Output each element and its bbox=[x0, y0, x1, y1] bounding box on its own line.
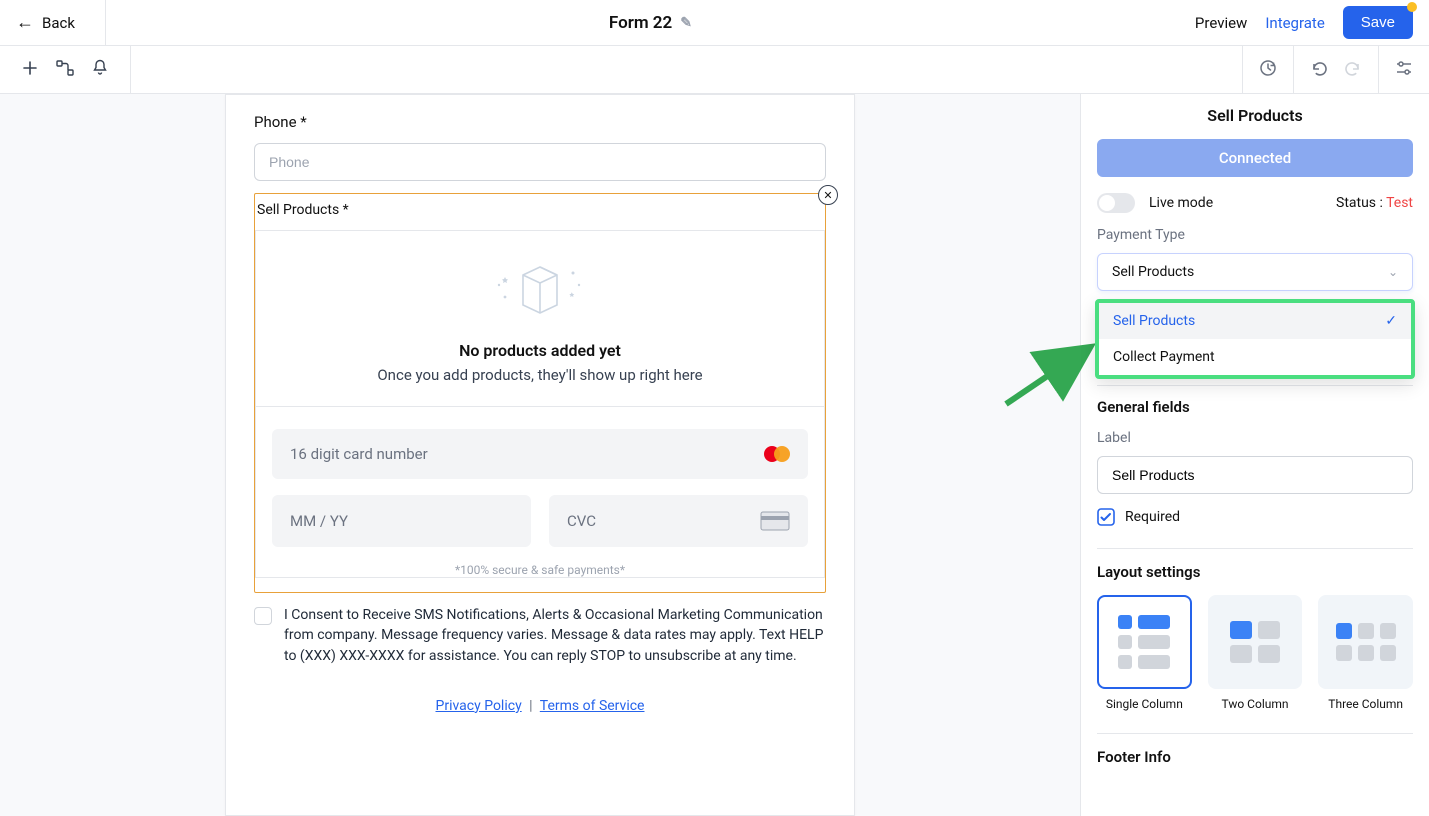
chevron-down-icon: ⌄ bbox=[1388, 265, 1398, 279]
check-icon: ✓ bbox=[1385, 313, 1397, 329]
right-tools bbox=[1242, 46, 1429, 94]
topbar: ← Back Form 22 ✎ Preview Integrate Save bbox=[0, 0, 1429, 46]
main: Phone * ✕ Sell Products * bbox=[0, 94, 1429, 816]
status-label: Status : Test bbox=[1336, 195, 1413, 211]
layout-settings-heading: Layout settings bbox=[1097, 548, 1413, 581]
card-cvc-input[interactable]: CVC bbox=[549, 495, 808, 547]
phone-label: Phone * bbox=[254, 113, 826, 131]
card-inputs: 16 digit card number MM / YY CVC bbox=[256, 407, 824, 577]
consent-text: I Consent to Receive SMS Notifications, … bbox=[284, 605, 826, 666]
layout-two-column[interactable]: Two Column bbox=[1208, 595, 1303, 711]
mastercard-icon bbox=[764, 446, 790, 462]
panel-title: Sell Products bbox=[1097, 106, 1413, 125]
plus-icon[interactable] bbox=[22, 60, 38, 80]
option-sell-products[interactable]: Sell Products ✓ bbox=[1099, 303, 1411, 339]
save-button[interactable]: Save bbox=[1343, 6, 1413, 39]
form-title-text: Form 22 bbox=[609, 13, 672, 33]
privacy-link[interactable]: Privacy Policy bbox=[436, 698, 522, 714]
terms-link[interactable]: Terms of Service bbox=[540, 698, 645, 714]
phone-input[interactable] bbox=[254, 143, 826, 181]
secure-note: *100% secure & safe payments* bbox=[272, 563, 808, 577]
card-icon bbox=[760, 511, 790, 531]
consent-checkbox[interactable] bbox=[254, 607, 272, 625]
label-field-label: Label bbox=[1097, 430, 1413, 446]
option-collect-payment[interactable]: Collect Payment bbox=[1099, 339, 1411, 375]
card-expiry-input[interactable]: MM / YY bbox=[272, 495, 531, 547]
empty-subtitle: Once you add products, they'll show up r… bbox=[276, 366, 804, 384]
payment-type-label: Payment Type bbox=[1097, 227, 1413, 243]
payment-type-select-wrap: Sell Products ⌄ Sell Products ✓ Collect … bbox=[1097, 253, 1413, 291]
preview-link[interactable]: Preview bbox=[1195, 14, 1247, 32]
card-number-placeholder: 16 digit card number bbox=[290, 445, 428, 463]
payment-type-dropdown: Sell Products ✓ Collect Payment bbox=[1095, 299, 1415, 379]
live-mode-toggle[interactable] bbox=[1097, 193, 1135, 213]
form-card: Phone * ✕ Sell Products * bbox=[225, 94, 855, 816]
layout-grid: Single Column Two Column bbox=[1097, 595, 1413, 711]
canvas-area: Phone * ✕ Sell Products * bbox=[0, 94, 1080, 816]
required-checkbox[interactable] bbox=[1097, 508, 1115, 526]
pencil-icon[interactable]: ✎ bbox=[680, 15, 692, 31]
required-label: Required bbox=[1125, 509, 1180, 525]
products-box: No products added yet Once you add produ… bbox=[255, 230, 825, 578]
footer-links: Privacy Policy | Terms of Service bbox=[254, 698, 826, 714]
flow-icon[interactable] bbox=[56, 60, 74, 80]
right-panel: Sell Products Connected Live mode Status… bbox=[1080, 94, 1429, 816]
select-value: Sell Products bbox=[1112, 264, 1194, 280]
redo-icon bbox=[1344, 60, 1362, 80]
undo-icon[interactable] bbox=[1310, 60, 1328, 80]
connected-banner: Connected bbox=[1097, 139, 1413, 177]
layout-three-column[interactable]: Three Column bbox=[1318, 595, 1413, 711]
close-icon[interactable]: ✕ bbox=[818, 185, 838, 205]
box-icon bbox=[276, 257, 804, 327]
back-label: Back bbox=[42, 14, 75, 32]
live-mode-label: Live mode bbox=[1149, 195, 1213, 211]
integrate-link[interactable]: Integrate bbox=[1265, 14, 1324, 32]
status-value: Test bbox=[1386, 195, 1413, 211]
payment-type-select[interactable]: Sell Products ⌄ bbox=[1097, 253, 1413, 291]
empty-title: No products added yet bbox=[276, 341, 804, 360]
back-button[interactable]: ← Back bbox=[16, 0, 106, 46]
link-separator: | bbox=[529, 698, 532, 714]
bell-icon[interactable] bbox=[92, 59, 108, 80]
toolbar bbox=[0, 46, 1429, 94]
consent-row: I Consent to Receive SMS Notifications, … bbox=[254, 605, 826, 666]
card-cvc-placeholder: CVC bbox=[567, 512, 596, 530]
general-fields-heading: General fields bbox=[1097, 385, 1413, 416]
arrow-left-icon: ← bbox=[16, 12, 34, 33]
card-expiry-placeholder: MM / YY bbox=[290, 512, 348, 530]
history-icon[interactable] bbox=[1259, 59, 1277, 81]
sell-products-block[interactable]: ✕ Sell Products * bbox=[254, 193, 826, 593]
form-title: Form 22 ✎ bbox=[106, 13, 1195, 33]
footer-info-heading: Footer Info bbox=[1097, 733, 1413, 766]
unsaved-indicator-icon bbox=[1407, 2, 1417, 12]
save-label: Save bbox=[1361, 14, 1395, 31]
left-tools bbox=[0, 46, 131, 94]
layout-single-column[interactable]: Single Column bbox=[1097, 595, 1192, 711]
settings-icon[interactable] bbox=[1395, 60, 1413, 80]
empty-state: No products added yet Once you add produ… bbox=[256, 231, 824, 407]
sell-products-label: Sell Products * bbox=[255, 202, 825, 230]
label-input[interactable] bbox=[1097, 456, 1413, 494]
mode-row: Live mode Status : Test bbox=[1097, 193, 1413, 213]
card-number-input[interactable]: 16 digit card number bbox=[272, 429, 808, 479]
top-actions: Preview Integrate Save bbox=[1195, 6, 1413, 39]
required-row[interactable]: Required bbox=[1097, 508, 1413, 526]
